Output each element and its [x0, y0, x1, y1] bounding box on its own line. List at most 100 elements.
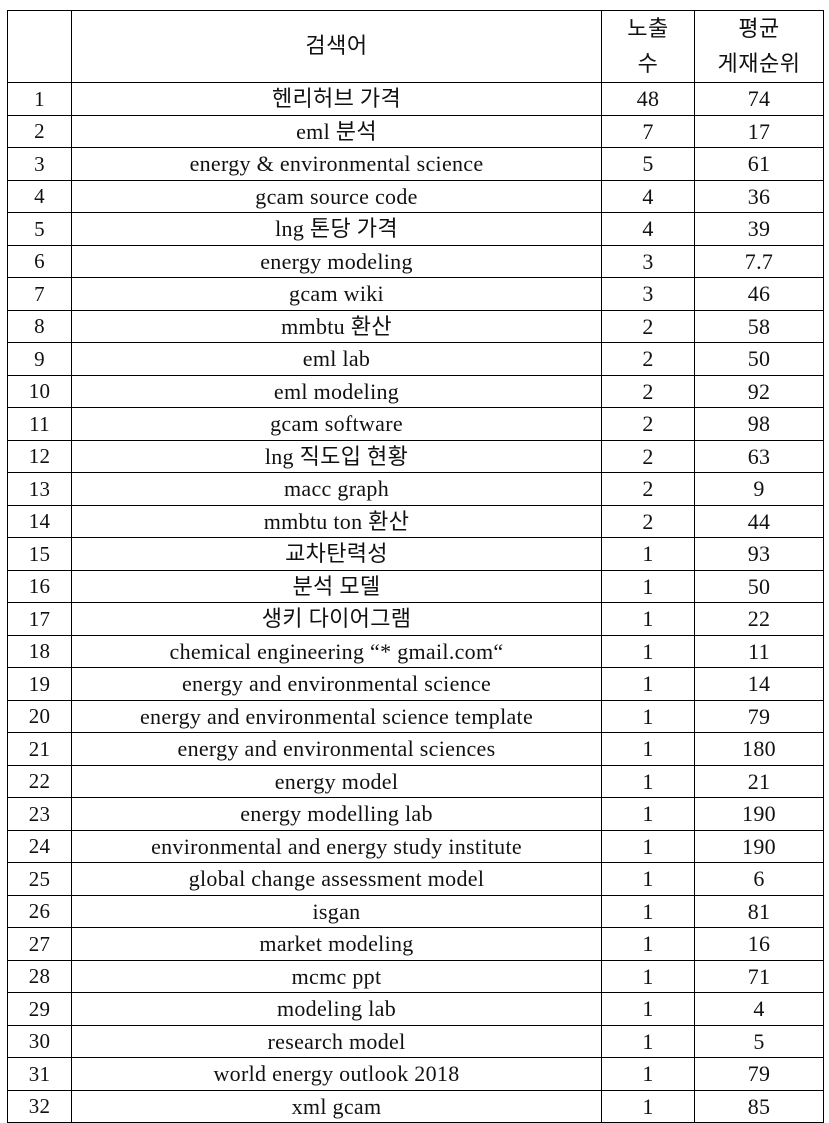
row-impressions: 1: [601, 764, 695, 798]
row-search-term: gcam software: [71, 407, 602, 441]
row-index: 25: [7, 862, 72, 896]
table-row: 22 energy model 1 21: [7, 764, 824, 798]
row-impressions: 1: [601, 602, 695, 636]
table-row: 5 lng 톤당 가격 4 39: [7, 212, 824, 246]
row-index: 20: [7, 699, 72, 733]
row-impressions: 5: [601, 147, 695, 181]
row-search-term: eml lab: [71, 342, 602, 376]
table-row: 10 eml modeling 2 92: [7, 374, 824, 408]
row-index: 17: [7, 602, 72, 636]
row-search-term: eml modeling: [71, 374, 602, 408]
row-search-term: energy & environmental science: [71, 147, 602, 181]
row-search-term: 교차탄력성: [71, 537, 602, 571]
row-impressions: 2: [601, 439, 695, 473]
column-header-average-rank-line1: 평균: [738, 16, 780, 42]
row-index: 4: [7, 179, 72, 213]
row-search-term: market modeling: [71, 927, 602, 961]
row-average-rank: 81: [694, 894, 824, 928]
row-average-rank: 44: [694, 504, 824, 538]
row-search-term: macc graph: [71, 472, 602, 506]
table-row: 20 energy and environmental science templ…: [7, 699, 824, 733]
table-row: 29 modeling lab 1 4: [7, 992, 824, 1026]
table-row: 11 gcam software 2 98: [7, 407, 824, 441]
row-impressions: 1: [601, 829, 695, 863]
table-row: 21 energy and environmental sciences 1 180: [7, 732, 824, 766]
row-average-rank: 21: [694, 764, 824, 798]
row-impressions: 2: [601, 472, 695, 506]
row-index: 26: [7, 894, 72, 928]
row-impressions: 1: [601, 1024, 695, 1058]
row-impressions: 1: [601, 732, 695, 766]
row-impressions: 2: [601, 407, 695, 441]
row-impressions: 1: [601, 992, 695, 1026]
row-average-rank: 7.7: [694, 244, 824, 278]
row-index: 7: [7, 277, 72, 311]
row-index: 11: [7, 407, 72, 441]
row-index: 28: [7, 959, 72, 993]
row-impressions: 1: [601, 569, 695, 603]
row-index: 18: [7, 634, 72, 668]
row-impressions: 2: [601, 374, 695, 408]
row-search-term: 헨리허브 가격: [71, 82, 602, 116]
row-average-rank: 5: [694, 1024, 824, 1058]
row-impressions: 2: [601, 504, 695, 538]
row-impressions: 4: [601, 179, 695, 213]
row-index: 29: [7, 992, 72, 1026]
row-average-rank: 9: [694, 472, 824, 506]
row-index: 10: [7, 374, 72, 408]
row-average-rank: 50: [694, 569, 824, 603]
row-average-rank: 4: [694, 992, 824, 1026]
row-average-rank: 180: [694, 732, 824, 766]
table-row: 25 global change assessment model 1 6: [7, 862, 824, 896]
row-average-rank: 93: [694, 537, 824, 571]
table-row: 1 헨리허브 가격 48 74: [7, 82, 824, 116]
row-average-rank: 190: [694, 829, 824, 863]
row-impressions: 1: [601, 1089, 695, 1123]
keyword-table-container: 검색어 노출 수 평균 게재순위 1 헨리허브 가격 48 74 2 eml 분석 7 17 3…: [7, 10, 824, 1123]
row-search-term: lng 톤당 가격: [71, 212, 602, 246]
table-row: 7 gcam wiki 3 46: [7, 277, 824, 311]
row-search-term: chemical engineering “* gmail.com“: [71, 634, 602, 668]
column-header-search-term-label: 검색어: [305, 33, 368, 59]
table-row: 8 mmbtu 환산 2 58: [7, 309, 824, 343]
row-average-rank: 74: [694, 82, 824, 116]
row-search-term: environmental and energy study institute: [71, 829, 602, 863]
row-index: 1: [7, 82, 72, 116]
row-index: 6: [7, 244, 72, 278]
row-search-term: energy and environmental science templat…: [71, 699, 602, 733]
row-index: 16: [7, 569, 72, 603]
row-index: 15: [7, 537, 72, 571]
row-search-term: energy modelling lab: [71, 797, 602, 831]
column-header-average-rank-line2: 게재순위: [717, 50, 801, 76]
row-average-rank: 61: [694, 147, 824, 181]
row-average-rank: 71: [694, 959, 824, 993]
row-impressions: 7: [601, 114, 695, 148]
table-row: 15 교차탄력성 1 93: [7, 537, 824, 571]
row-index: 19: [7, 667, 72, 701]
row-search-term: energy and environmental science: [71, 667, 602, 701]
column-header-impressions: 노출 수: [601, 10, 695, 83]
row-average-rank: 79: [694, 1057, 824, 1091]
row-average-rank: 50: [694, 342, 824, 376]
row-index: 23: [7, 797, 72, 831]
table-row: 24 environmental and energy study institu…: [7, 829, 824, 863]
row-search-term: mmbtu ton 환산: [71, 504, 602, 538]
row-impressions: 3: [601, 244, 695, 278]
row-search-term: energy model: [71, 764, 602, 798]
row-index: 24: [7, 829, 72, 863]
table-row: 16 분석 모델 1 50: [7, 569, 824, 603]
column-header-impressions-line1: 노출: [627, 16, 669, 42]
row-search-term: gcam wiki: [71, 277, 602, 311]
table-row: 2 eml 분석 7 17: [7, 114, 824, 148]
table-row: 26 isgan 1 81: [7, 894, 824, 928]
row-search-term: energy modeling: [71, 244, 602, 278]
row-search-term: isgan: [71, 894, 602, 928]
table-row: 31 world energy outlook 2018 1 79: [7, 1057, 824, 1091]
row-average-rank: 22: [694, 602, 824, 636]
row-index: 8: [7, 309, 72, 343]
row-search-term: eml 분석: [71, 114, 602, 148]
row-search-term: global change assessment model: [71, 862, 602, 896]
row-index: 12: [7, 439, 72, 473]
table-row: 13 macc graph 2 9: [7, 472, 824, 506]
row-search-term: 생키 다이어그램: [71, 602, 602, 636]
